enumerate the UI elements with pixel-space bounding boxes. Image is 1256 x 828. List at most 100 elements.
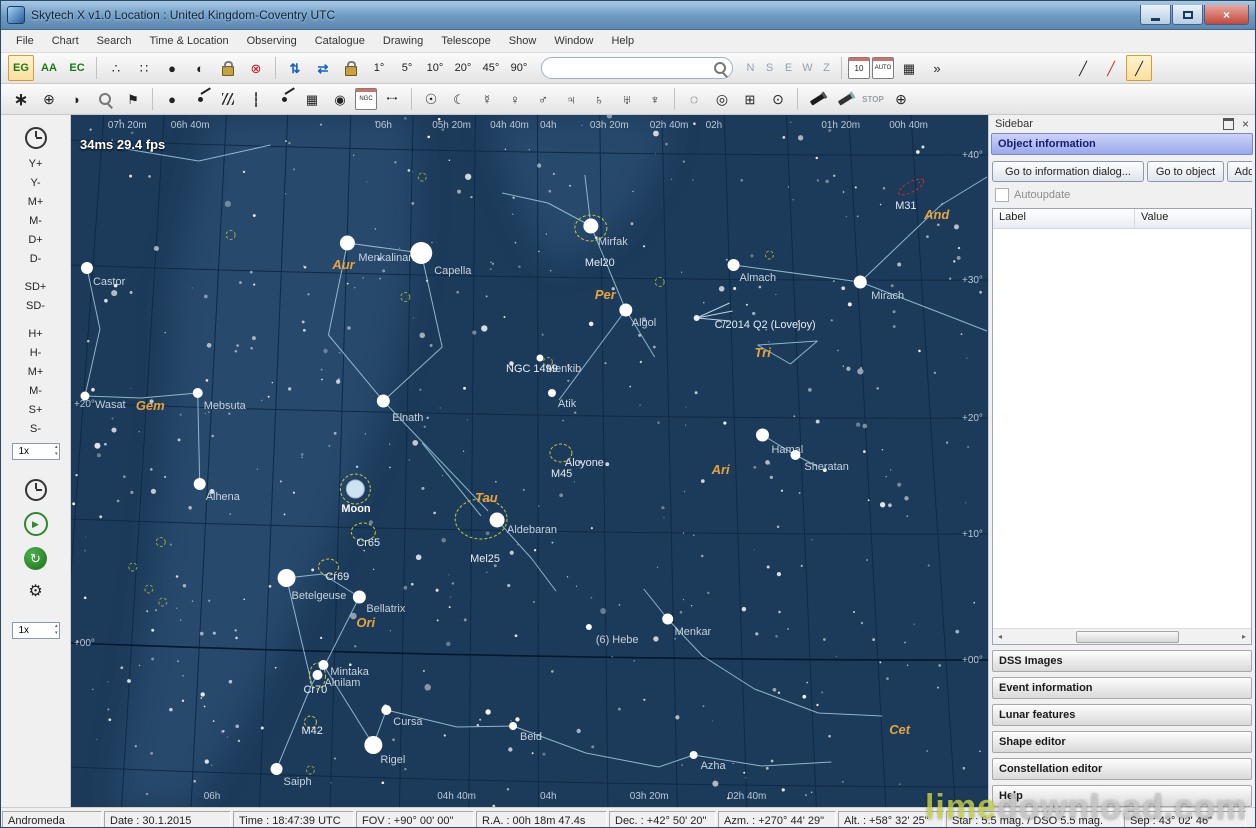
chart-mode-colored-icon[interactable]: ╱: [1098, 55, 1124, 81]
menu-drawing[interactable]: Drawing: [374, 32, 432, 50]
ngc-catalog-button[interactable]: NGC: [355, 88, 377, 110]
flip-vertical-icon[interactable]: ⇅: [282, 55, 308, 81]
chart-mode-dso-icon[interactable]: ╱: [1126, 55, 1152, 81]
day-plus-button[interactable]: D+: [1, 231, 70, 250]
mercury-icon[interactable]: ☿: [474, 86, 500, 112]
field-10-icon[interactable]: 10: [848, 57, 870, 79]
menu-search[interactable]: Search: [88, 32, 141, 50]
panel-shape-editor[interactable]: Shape editor: [992, 731, 1252, 753]
fov-indicator-icon[interactable]: ◎: [709, 86, 735, 112]
meteor-shower-icon[interactable]: [215, 86, 241, 112]
search-icon[interactable]: [714, 62, 726, 74]
sidereal-day-minus-button[interactable]: SD-: [1, 297, 70, 316]
year-plus-button[interactable]: Y+: [1, 155, 70, 174]
venus-icon[interactable]: ♀: [502, 86, 528, 112]
telescope-stop-button[interactable]: STOP: [860, 86, 886, 112]
hour-plus-button[interactable]: H+: [1, 325, 70, 344]
add-button[interactable]: Add...: [1227, 161, 1252, 182]
lock-limits-icon[interactable]: [215, 55, 241, 81]
azimuthal-grid-button[interactable]: AA: [36, 55, 62, 81]
title-bar[interactable]: Skytech X v1.0 Location : United Kingdom…: [1, 1, 1255, 30]
settings-icon[interactable]: ⚙: [22, 578, 50, 606]
fov-circle-icon[interactable]: ◌: [681, 86, 707, 112]
value-column-header[interactable]: Value: [1135, 209, 1251, 228]
meridian-line-icon[interactable]: ┆: [243, 86, 269, 112]
center-object-icon[interactable]: ⊙: [765, 86, 791, 112]
menu-time-location[interactable]: Time & Location: [141, 32, 238, 50]
neptune-icon[interactable]: ♆: [642, 86, 668, 112]
month-plus-button[interactable]: M+: [1, 193, 70, 212]
reset-time-icon[interactable]: ↻: [22, 544, 50, 572]
look-zenith-button[interactable]: Z: [818, 56, 835, 80]
time-now-icon[interactable]: [22, 476, 50, 504]
comet-tail-icon[interactable]: [271, 86, 297, 112]
menu-chart[interactable]: Chart: [43, 32, 88, 50]
comet-icon[interactable]: [187, 86, 213, 112]
ephemeris-table-icon[interactable]: ▦: [299, 86, 325, 112]
moon-icon[interactable]: ☾: [446, 86, 472, 112]
autoupdate-checkbox[interactable]: Autoupdate: [995, 188, 1249, 202]
table-horizontal-scrollbar[interactable]: ◂ ▸: [993, 628, 1251, 644]
sky-chart[interactable]: Castor Wasat Mebsuta Alhena Menkalinan Capell…: [71, 115, 988, 807]
fov-90deg-button[interactable]: 90°: [506, 55, 532, 81]
find-star-icon[interactable]: [92, 86, 118, 112]
scrollbar-thumb[interactable]: [1076, 631, 1180, 643]
jupiter-icon[interactable]: ♃: [558, 86, 584, 112]
fewer-deepsky-icon[interactable]: ◐: [187, 55, 213, 81]
panel-dss-images[interactable]: DSS Images: [992, 650, 1252, 672]
menu-help[interactable]: Help: [602, 32, 643, 50]
goto-information-dialog-button[interactable]: Go to information dialog...: [992, 161, 1144, 182]
overflow-button[interactable]: »: [924, 55, 950, 81]
sun-icon[interactable]: ☉: [418, 86, 444, 112]
second-minus-button[interactable]: S-: [1, 420, 70, 439]
grid-view-icon[interactable]: ▦: [896, 55, 922, 81]
scroll-right-icon[interactable]: ▸: [1237, 632, 1251, 641]
menu-file[interactable]: File: [7, 32, 43, 50]
run-time-icon[interactable]: ▶: [22, 510, 50, 538]
scroll-left-icon[interactable]: ◂: [993, 632, 1007, 641]
fov-20deg-button[interactable]: 20°: [450, 55, 476, 81]
close-button[interactable]: ×: [1204, 5, 1249, 25]
clock-icon[interactable]: [22, 124, 50, 152]
panel-event-information[interactable]: Event information: [992, 677, 1252, 699]
more-deepsky-icon[interactable]: ●: [159, 55, 185, 81]
telescope-goto-icon[interactable]: [832, 86, 858, 112]
default-star-icon[interactable]: ∗: [8, 86, 34, 112]
panel-help[interactable]: Help: [992, 785, 1252, 807]
look-north-button[interactable]: N: [742, 56, 759, 80]
menu-observing[interactable]: Observing: [238, 32, 306, 50]
animation-step-spinner[interactable]: 1x ▴ ▾: [11, 622, 60, 639]
uranus-icon[interactable]: ♅: [614, 86, 640, 112]
telescope-sync-icon[interactable]: ⊕: [888, 86, 914, 112]
fewer-stars-icon[interactable]: ∷: [131, 55, 157, 81]
day-minus-button[interactable]: D-: [1, 250, 70, 269]
year-minus-button[interactable]: Y-: [1, 174, 70, 193]
minute-plus-button[interactable]: M+: [1, 363, 70, 382]
search-input[interactable]: [548, 61, 714, 75]
maximize-button[interactable]: [1172, 5, 1203, 25]
panel-constellation-editor[interactable]: Constellation editor: [992, 758, 1252, 780]
checkbox-box[interactable]: [995, 188, 1009, 202]
menu-show[interactable]: Show: [500, 32, 546, 50]
look-south-button[interactable]: S: [761, 56, 778, 80]
fov-1deg-button[interactable]: 1°: [366, 55, 392, 81]
spinner-arrows-icon[interactable]: ▴ ▾: [55, 444, 58, 458]
look-east-button[interactable]: E: [780, 56, 797, 80]
fov-5deg-button[interactable]: 5°: [394, 55, 420, 81]
hour-minus-button[interactable]: H-: [1, 344, 70, 363]
float-panel-icon[interactable]: [1222, 118, 1234, 130]
spinner-arrows-icon[interactable]: ▴ ▾: [55, 623, 58, 637]
menu-telescope[interactable]: Telescope: [432, 32, 500, 50]
look-west-button[interactable]: W: [799, 56, 816, 80]
angular-ruler-icon[interactable]: •┄•: [379, 86, 405, 112]
dark-constellation-icon[interactable]: ◗: [64, 86, 90, 112]
panel-lunar-features[interactable]: Lunar features: [992, 704, 1252, 726]
sidereal-day-plus-button[interactable]: SD+: [1, 278, 70, 297]
label-column-header[interactable]: Label: [993, 209, 1135, 228]
field-auto-icon[interactable]: AUTO: [872, 57, 894, 79]
planet-dot-icon[interactable]: ●: [159, 86, 185, 112]
lock-view-icon[interactable]: [338, 55, 364, 81]
goto-object-button[interactable]: Go to object: [1147, 161, 1224, 182]
minimize-button[interactable]: [1140, 5, 1171, 25]
menu-window[interactable]: Window: [545, 32, 602, 50]
